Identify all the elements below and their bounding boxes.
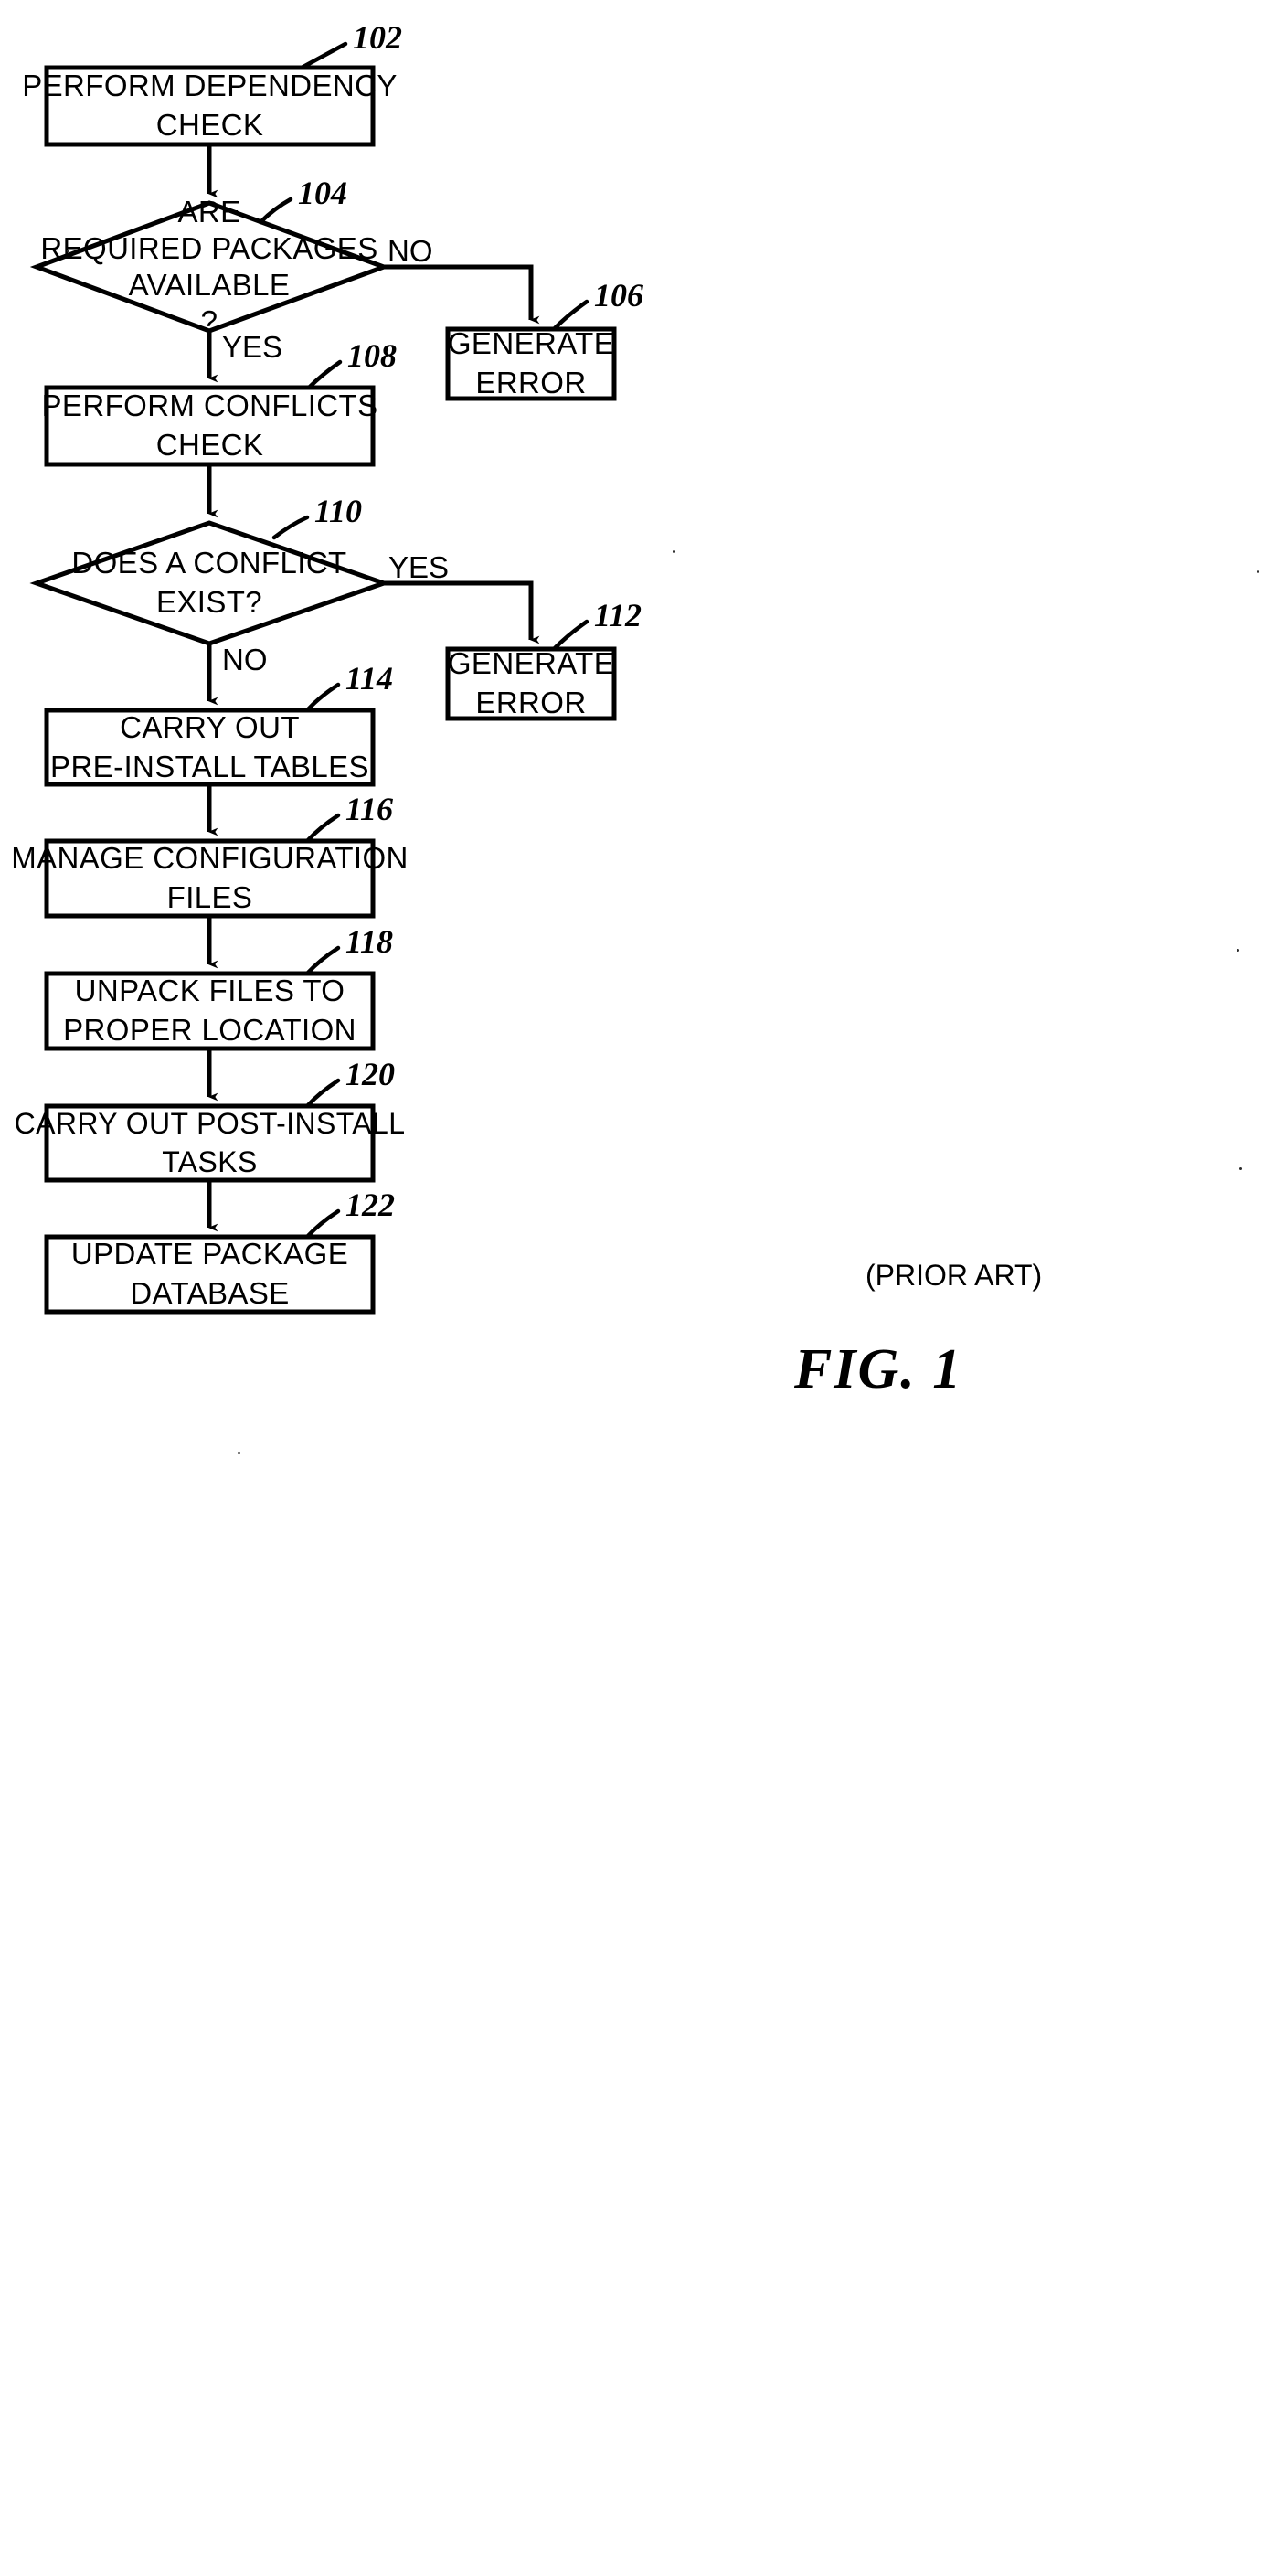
patent-figure: PERFORM DEPENDENCY CHECK ARE REQUIRED PA… (0, 0, 1285, 2576)
box-120 (44, 1103, 376, 1183)
edge-label-no-dependency: NO (388, 234, 433, 268)
flowchart-geometry (29, 41, 617, 1315)
leader-118 (304, 945, 341, 976)
leader-112 (551, 619, 589, 652)
leader-122 (304, 1208, 341, 1240)
leader-116 (304, 813, 341, 844)
box-112 (445, 646, 617, 721)
ref-numeral-118: 118 (345, 923, 394, 960)
ref-numeral-116: 116 (345, 791, 394, 827)
ref-numeral-102: 102 (353, 19, 402, 56)
edge-label-yes-conflict: YES (388, 550, 450, 584)
leader-114 (304, 682, 341, 713)
leader-106 (551, 299, 589, 332)
box-122 (44, 1234, 376, 1315)
scan-speck (1257, 570, 1259, 573)
arrow-104-to-106 (384, 264, 540, 325)
leader-102 (299, 41, 348, 70)
box-102 (44, 65, 376, 147)
ref-numeral-122: 122 (345, 1187, 395, 1223)
edge-label-yes-dependency: YES (222, 330, 283, 364)
leader-108 (306, 359, 343, 390)
leader-110 (271, 515, 310, 540)
box-118 (44, 971, 376, 1051)
scan-speck (238, 1452, 240, 1454)
diamond-104 (29, 200, 391, 334)
ref-numeral-108: 108 (347, 337, 397, 374)
scan-speck (1239, 1167, 1242, 1170)
figure-caption: FIG. 1 (794, 1338, 963, 1400)
prior-art-note: (PRIOR ART) (866, 1259, 1043, 1292)
arrow-110-to-112 (384, 580, 540, 644)
edge-label-no-conflict: NO (222, 643, 268, 676)
box-106 (445, 326, 617, 401)
ref-numeral-120: 120 (345, 1056, 395, 1092)
leader-104 (258, 197, 293, 225)
diamond-110 (29, 520, 391, 646)
ref-numeral-106: 106 (594, 277, 643, 314)
ref-numeral-114: 114 (345, 660, 394, 697)
scan-speck (1237, 949, 1239, 952)
scan-speck (67, 250, 69, 252)
ref-numeral-112: 112 (594, 597, 642, 633)
ref-numeral-104: 104 (298, 175, 347, 211)
box-108 (44, 385, 376, 467)
box-116 (44, 838, 376, 919)
scan-speck (673, 550, 675, 553)
box-114 (44, 708, 376, 787)
leader-120 (304, 1078, 341, 1109)
ref-numeral-110: 110 (314, 493, 363, 529)
